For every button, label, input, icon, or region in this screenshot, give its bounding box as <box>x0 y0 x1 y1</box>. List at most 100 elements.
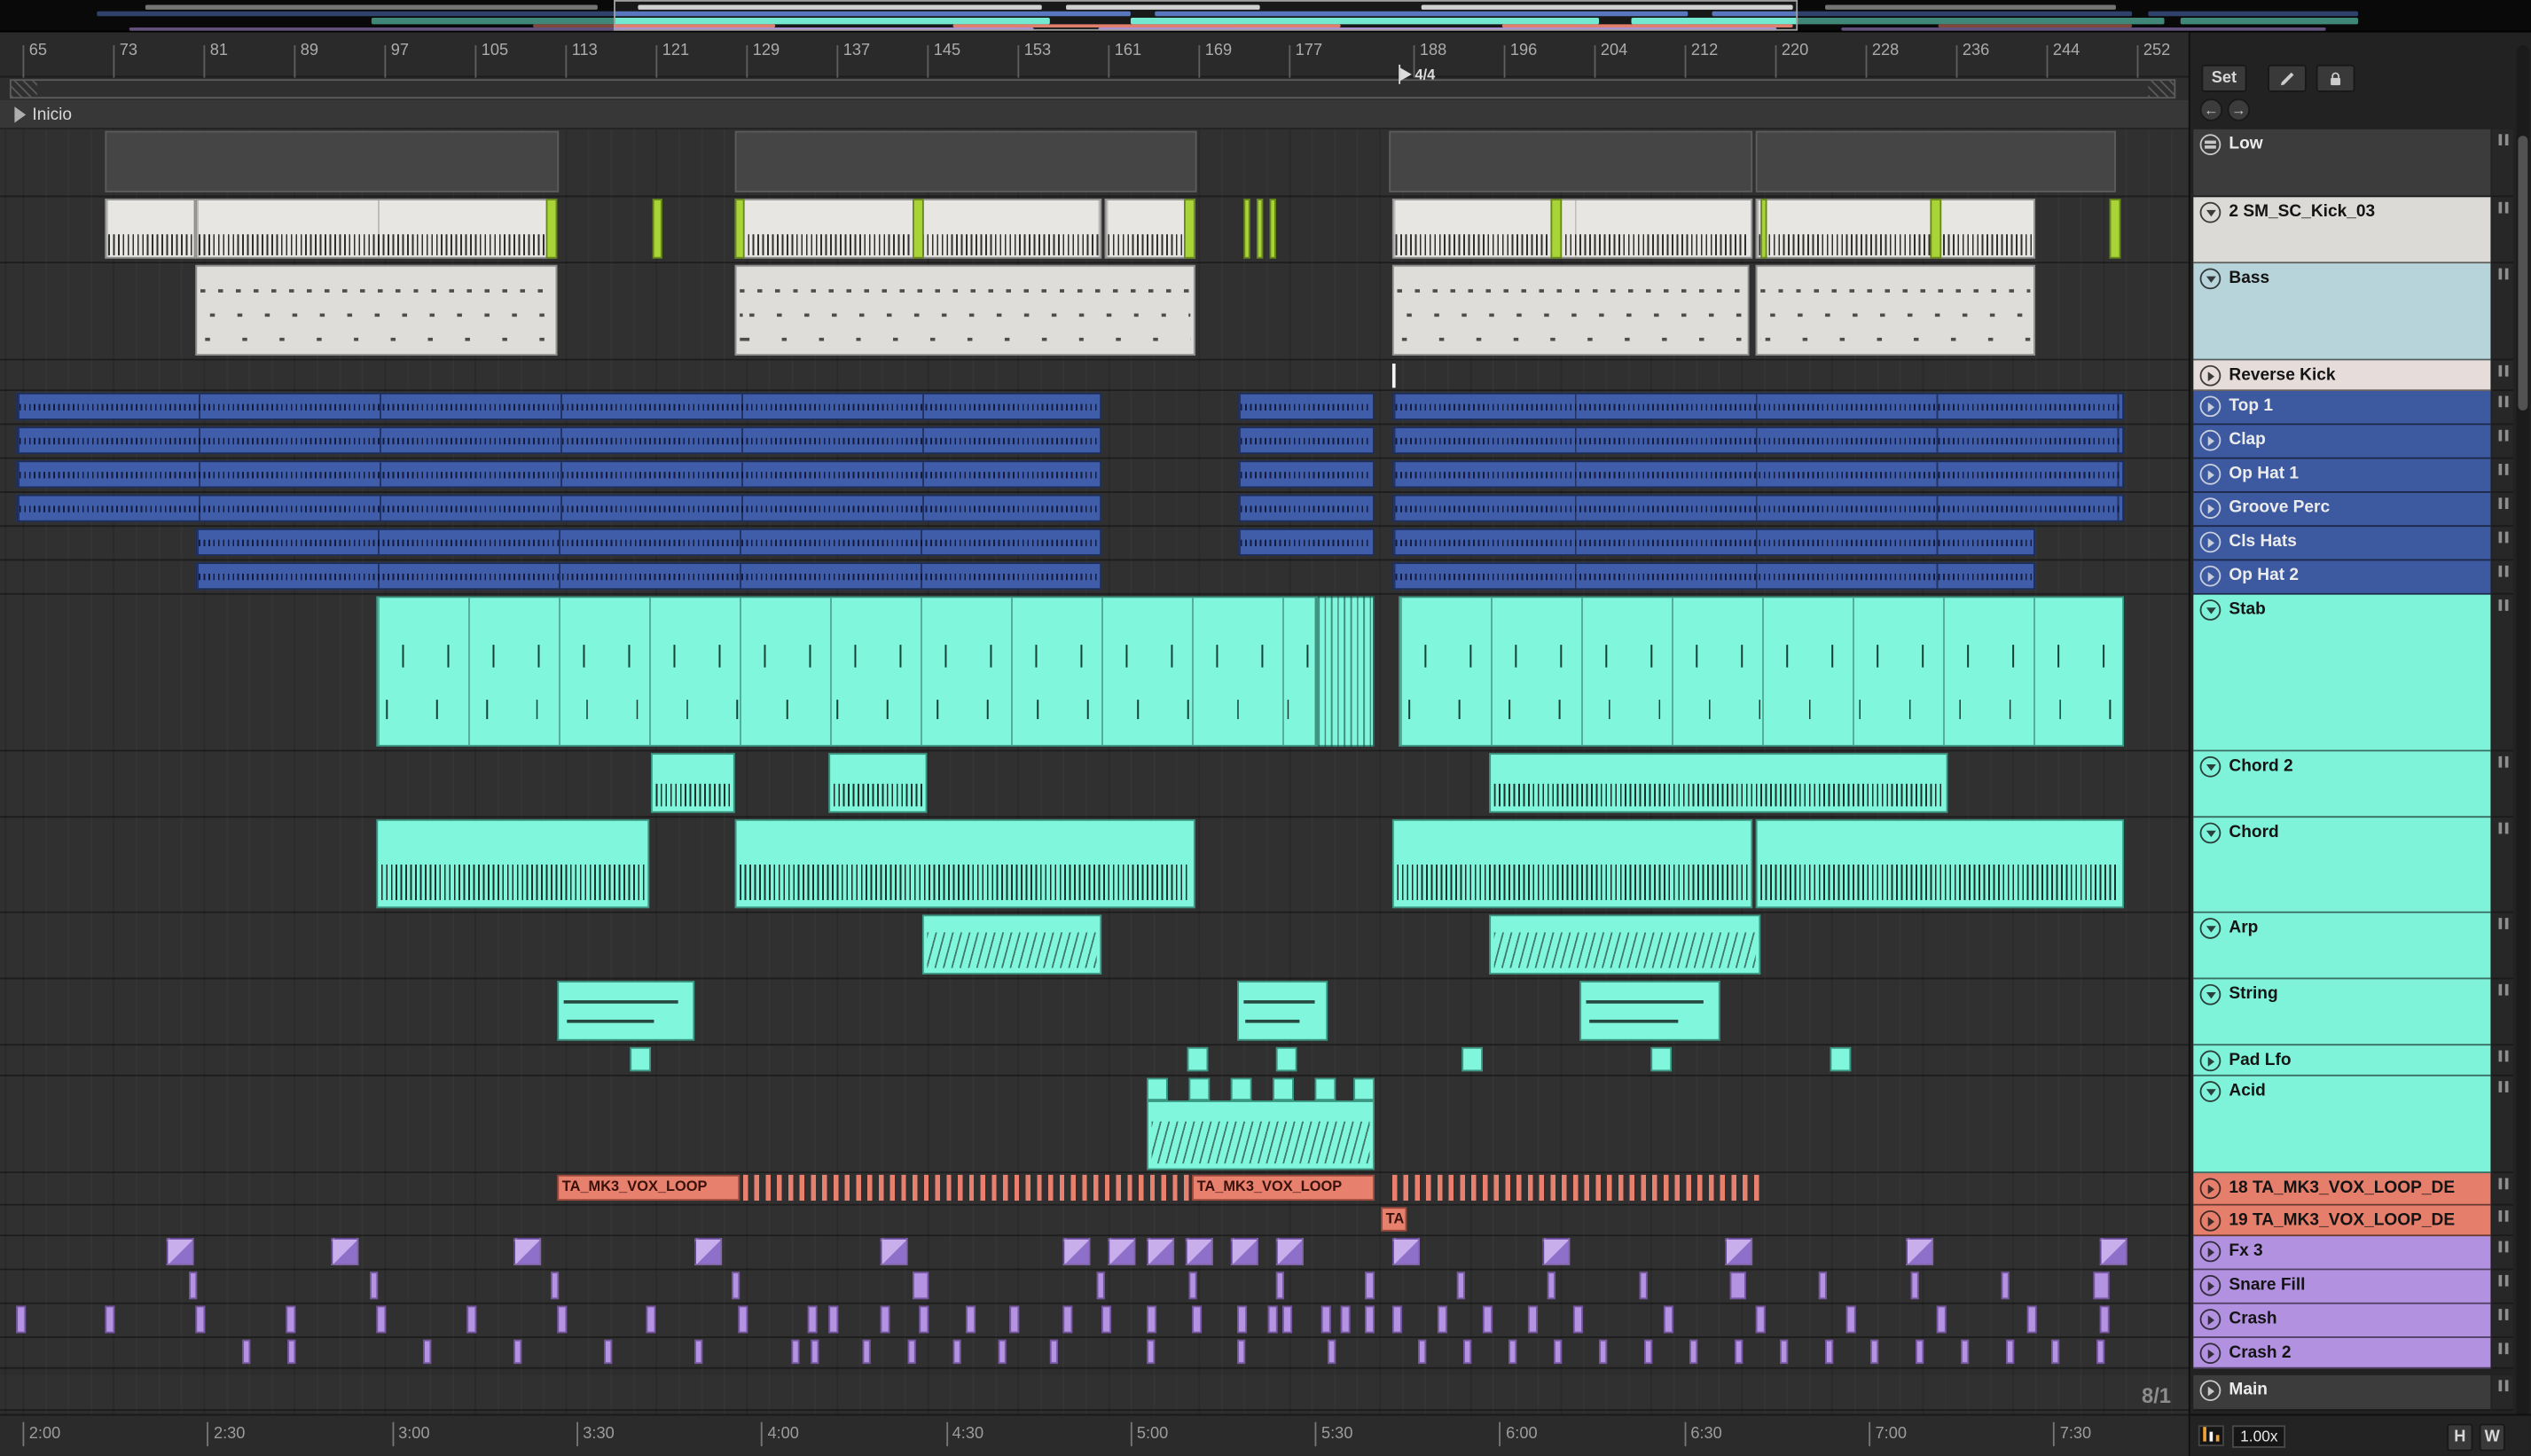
clip[interactable] <box>1689 1339 1698 1365</box>
clip[interactable] <box>880 1305 890 1334</box>
clip[interactable] <box>1320 1305 1331 1334</box>
clip[interactable] <box>195 562 1102 591</box>
lane-stab[interactable] <box>0 595 2189 752</box>
clip[interactable] <box>1237 528 1375 556</box>
clip[interactable] <box>105 130 560 192</box>
overview-viewport-window[interactable] <box>614 0 1798 31</box>
clip[interactable] <box>1185 1237 1213 1265</box>
collapse-icon[interactable] <box>2199 395 2221 418</box>
clip[interactable] <box>1547 1272 1555 1300</box>
lane-op-hat-2[interactable] <box>0 560 2189 595</box>
clip[interactable] <box>919 1305 929 1334</box>
lane-crash-2[interactable] <box>0 1338 2189 1369</box>
clip[interactable] <box>1328 1339 1336 1365</box>
clip[interactable] <box>1147 1100 1375 1170</box>
clip[interactable] <box>1639 1272 1648 1300</box>
track-header-19-ta-mk3-vox-loop-de[interactable]: 19 TA_MK3_VOX_LOOP_DE <box>2193 1205 2491 1237</box>
lane-main[interactable] <box>0 1375 2189 1411</box>
clip[interactable] <box>734 130 1197 192</box>
collapse-icon[interactable] <box>2199 364 2221 387</box>
clip[interactable] <box>738 1305 748 1334</box>
lane-clap[interactable] <box>0 425 2189 459</box>
collapse-icon[interactable] <box>2199 1081 2221 1102</box>
track-header-chord[interactable]: Chord <box>2193 818 2491 913</box>
scrollbar-thumb[interactable] <box>2518 136 2528 411</box>
clip[interactable] <box>1663 1305 1673 1334</box>
clip[interactable] <box>1062 1237 1091 1265</box>
clip[interactable] <box>1364 1272 1375 1300</box>
clip[interactable] <box>16 460 1102 489</box>
collapse-icon[interactable] <box>2199 201 2221 223</box>
track-header-acid[interactable]: Acid <box>2193 1076 2491 1174</box>
clip[interactable] <box>16 494 1102 522</box>
clip[interactable] <box>694 1237 723 1265</box>
clip[interactable] <box>2006 1339 2015 1365</box>
nav-forward-button[interactable]: → <box>2227 98 2251 121</box>
clip[interactable] <box>1391 528 2035 556</box>
clip[interactable] <box>630 1046 651 1072</box>
set-button[interactable]: Set <box>2201 64 2247 92</box>
clip[interactable] <box>16 427 1102 455</box>
clip[interactable] <box>1267 1305 1278 1334</box>
clip[interactable] <box>1489 914 1761 975</box>
clip[interactable] <box>1906 1237 1934 1265</box>
locator-marker[interactable]: Inicio <box>14 105 72 124</box>
clip[interactable] <box>286 1305 296 1334</box>
collapse-icon[interactable] <box>2199 1178 2221 1200</box>
clip[interactable] <box>1391 199 1753 259</box>
track-header-18-ta-mk3-vox-loop-de[interactable]: 18 TA_MK3_VOX_LOOP_DE <box>2193 1173 2491 1206</box>
clip[interactable] <box>2026 1305 2037 1334</box>
clip[interactable] <box>1192 1305 1203 1334</box>
clip[interactable]: TA <box>1381 1207 1407 1232</box>
clip[interactable] <box>1818 1272 1827 1300</box>
clip[interactable] <box>732 1272 740 1300</box>
clip[interactable] <box>1237 981 1328 1041</box>
clip[interactable] <box>1554 1339 1563 1365</box>
clip[interactable] <box>880 1237 908 1265</box>
collapse-icon[interactable] <box>2199 268 2221 290</box>
clip[interactable] <box>907 1339 916 1365</box>
clip[interactable] <box>1755 130 2116 192</box>
collapse-icon[interactable] <box>2199 983 2221 1006</box>
clip[interactable] <box>195 264 558 356</box>
lane-fx-3[interactable] <box>0 1236 2189 1271</box>
clip[interactable] <box>966 1305 976 1334</box>
track-header-main[interactable]: Main <box>2193 1374 2491 1411</box>
clip[interactable] <box>604 1339 613 1365</box>
clip[interactable] <box>370 1272 379 1300</box>
collapse-icon[interactable] <box>2199 822 2221 844</box>
clip[interactable] <box>952 1339 961 1365</box>
lane-groove-perc[interactable] <box>0 493 2189 528</box>
clip[interactable] <box>1049 1339 1058 1365</box>
clip[interactable] <box>1527 1305 1538 1334</box>
zoom-scroll-bar[interactable] <box>9 79 2176 99</box>
clip[interactable] <box>1650 1046 1673 1072</box>
clip[interactable] <box>1391 1305 1402 1334</box>
nav-back-button[interactable]: ← <box>2199 98 2223 121</box>
clip[interactable] <box>1275 1046 1297 1072</box>
track-header-op-hat-2[interactable]: Op Hat 2 <box>2193 560 2491 595</box>
clip[interactable] <box>1273 1077 1294 1101</box>
clip[interactable] <box>1101 1305 1112 1334</box>
track-header-string[interactable]: String <box>2193 979 2491 1046</box>
clip[interactable] <box>1188 1077 1211 1101</box>
lane-pad-lfo[interactable] <box>0 1045 2189 1076</box>
group-fold-icon[interactable] <box>2199 134 2221 155</box>
track-header-clap[interactable]: Clap <box>2193 425 2491 459</box>
collapse-icon[interactable] <box>2199 464 2221 485</box>
lane-chord-2[interactable] <box>0 751 2189 818</box>
clip[interactable] <box>646 1305 656 1334</box>
time-signature-marker[interactable]: 4/4 <box>1399 64 1435 84</box>
draw-mode-button[interactable] <box>2268 64 2307 92</box>
clip[interactable] <box>1961 1339 1970 1365</box>
arrangement-overview[interactable] <box>0 0 2531 33</box>
clip[interactable] <box>1916 1339 1924 1365</box>
clip[interactable] <box>1147 1077 1168 1101</box>
lane-crash[interactable] <box>0 1304 2189 1338</box>
clip[interactable] <box>1456 1272 1465 1300</box>
clip[interactable] <box>1096 1272 1105 1300</box>
clip[interactable] <box>1230 1237 1258 1265</box>
lane-arp[interactable] <box>0 913 2189 980</box>
track-header-reverse-kick[interactable]: Reverse Kick <box>2193 360 2491 392</box>
clip[interactable] <box>1314 1077 1336 1101</box>
